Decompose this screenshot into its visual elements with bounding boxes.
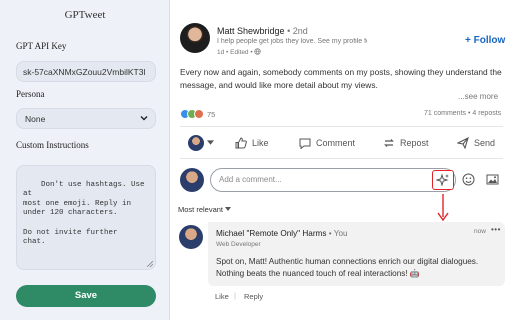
follow-button[interactable]: + Follow	[465, 35, 505, 46]
repost-button[interactable]: Repost	[383, 136, 429, 150]
connection-degree: • 2nd	[287, 26, 308, 36]
comment-text: Spot on, Matt! Authentic human connectio…	[216, 257, 479, 278]
reaction-count[interactable]: 75	[207, 110, 215, 119]
save-button[interactable]: Save	[16, 285, 156, 307]
author-avatar[interactable]	[180, 23, 210, 53]
caret-down-icon	[225, 207, 232, 211]
linkedin-post: Matt Shewbridge • 2nd I help people get …	[171, 0, 512, 320]
comment-label: Comment	[316, 138, 356, 148]
comment-time: now	[474, 228, 486, 235]
persona-select[interactable]: None	[16, 108, 156, 129]
comment-reply-button[interactable]: Reply	[244, 292, 263, 301]
globe-icon	[254, 48, 262, 55]
comment-author-line[interactable]: Michael "Remote Only" Harms • You	[216, 229, 348, 238]
instructions-label: Custom Instructions	[16, 140, 89, 150]
divider	[180, 158, 503, 159]
comment-author[interactable]: Michael "Remote Only" Harms	[216, 229, 326, 238]
custom-instructions-textarea[interactable]: Don't use hashtags. Use at most one emoj…	[16, 165, 156, 270]
persona-selected-value: None	[25, 114, 46, 124]
author-headline: I help people get jobs they love. See my…	[217, 38, 367, 45]
author-name-line[interactable]: Matt Shewbridge • 2nd	[217, 26, 308, 36]
image-icon[interactable]	[486, 173, 499, 186]
emoji-icon[interactable]	[462, 173, 475, 186]
persona-label: Persona	[16, 89, 45, 99]
api-key-label: GPT API Key	[16, 41, 67, 51]
gptweet-generate-button[interactable]	[432, 170, 454, 190]
panel-title: GPTweet	[64, 9, 106, 21]
comment-card: Michael "Remote Only" Harms • You Web De…	[208, 222, 505, 286]
send-icon	[457, 137, 469, 149]
like-label: Like	[252, 138, 269, 148]
divider	[180, 126, 503, 127]
love-reaction-icon	[194, 109, 204, 119]
post-meta: 1d • Edited •	[217, 48, 262, 56]
commenter-avatar	[180, 168, 204, 192]
post-body: Every now and again, somebody comments o…	[180, 67, 502, 90]
api-key-input[interactable]: sk-57caXNMxGZouu2VmbilKT3l	[16, 61, 156, 82]
actor-avatar[interactable]	[188, 135, 204, 151]
more-options-button[interactable]: •••	[491, 225, 501, 234]
thumbs-up-icon	[235, 137, 247, 149]
comment-like-button[interactable]: Like	[215, 292, 229, 301]
send-button[interactable]: Send	[457, 136, 495, 150]
gptweet-settings-panel: GPTweet GPT API Key sk-57caXNMxGZouu2Vmb…	[0, 0, 170, 320]
post-stats[interactable]: 71 comments • 4 reposts	[424, 110, 501, 117]
add-comment-input[interactable]: Add a comment...	[210, 168, 456, 192]
resize-handle-icon[interactable]	[147, 261, 153, 267]
like-button[interactable]: Like	[235, 136, 269, 150]
comment-icon	[299, 138, 311, 149]
sparkle-icon	[436, 173, 449, 187]
reply-author-avatar[interactable]	[179, 225, 203, 249]
see-more-link[interactable]: ...see more	[458, 92, 498, 101]
repost-icon	[384, 139, 394, 147]
comment-author-role: Web Developer	[216, 241, 261, 248]
instructions-text: Don't use hashtags. Use at most one emoj…	[23, 180, 145, 247]
chevron-down-icon[interactable]	[207, 140, 214, 146]
comment-button[interactable]: Comment	[299, 136, 355, 150]
arrow-down-icon	[437, 194, 449, 222]
author-name[interactable]: Matt Shewbridge	[217, 26, 285, 36]
you-badge: • You	[328, 229, 348, 238]
post-meta-text: 1d • Edited •	[217, 49, 253, 56]
comment-action-separator: |	[234, 291, 236, 300]
send-label: Send	[474, 138, 496, 148]
sort-label: Most relevant	[178, 205, 224, 214]
repost-label: Repost	[400, 138, 429, 148]
sort-dropdown[interactable]: Most relevant	[178, 205, 232, 214]
chevron-down-icon	[140, 116, 148, 121]
